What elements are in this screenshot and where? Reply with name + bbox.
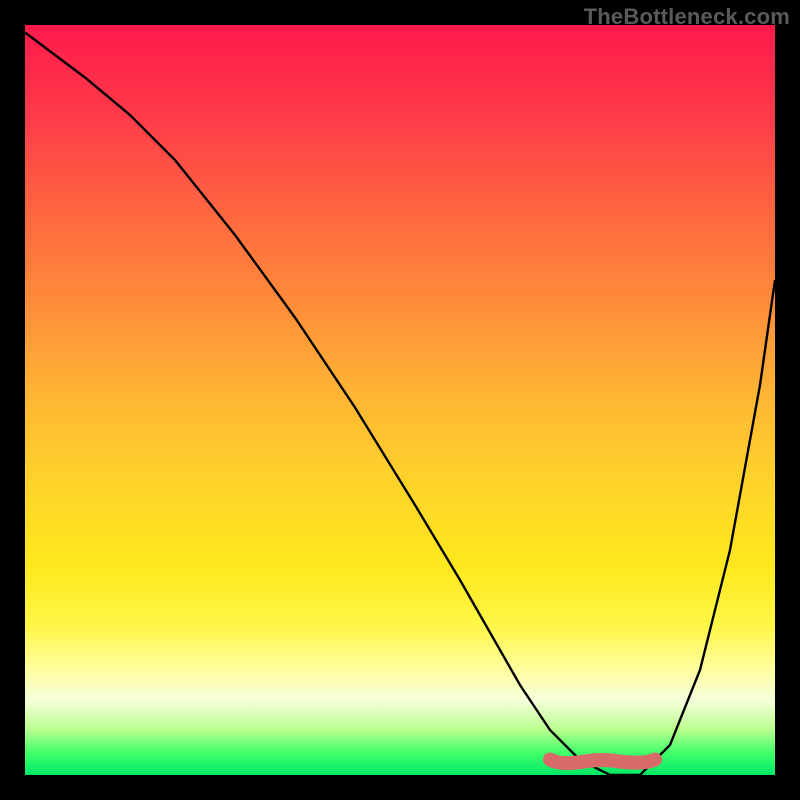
bottleneck-curve bbox=[25, 33, 775, 776]
watermark-text: TheBottleneck.com bbox=[584, 4, 790, 30]
curve-svg bbox=[25, 25, 775, 775]
min-marker bbox=[550, 760, 655, 764]
plot-area bbox=[25, 25, 775, 775]
chart-frame: TheBottleneck.com bbox=[0, 0, 800, 800]
